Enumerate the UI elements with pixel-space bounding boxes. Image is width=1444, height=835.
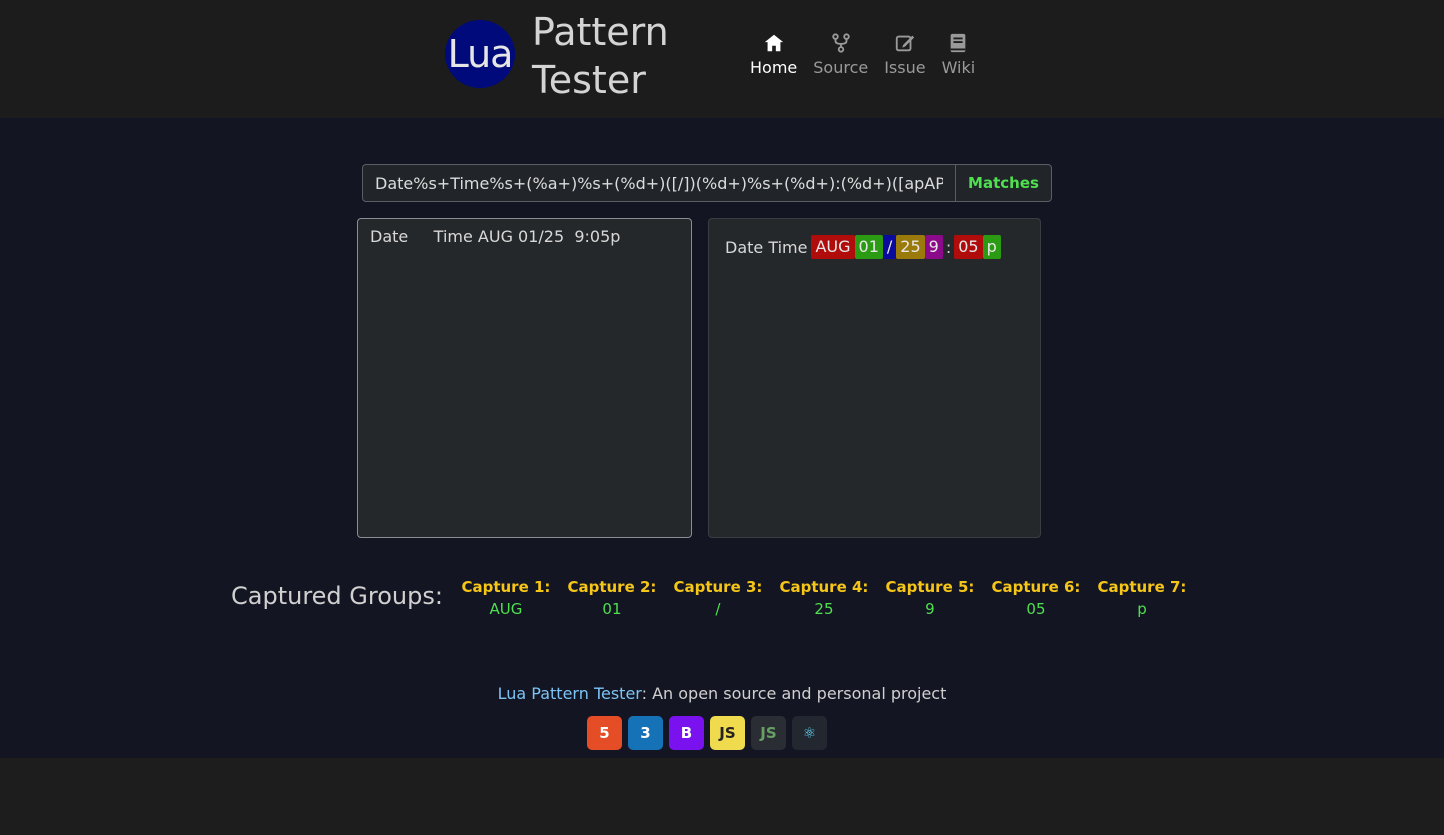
- capture-label: Capture 2:: [567, 578, 657, 596]
- capture-chip-4: 25: [896, 235, 925, 259]
- pattern-input-group: Matches: [362, 164, 1052, 202]
- capture-value: 05: [1026, 600, 1046, 618]
- capture-item: Capture 1: AUG: [453, 578, 559, 618]
- logo-text: Lua: [447, 32, 514, 76]
- app-header: Lua Pattern Tester Home Source Issue Wik…: [0, 0, 1444, 118]
- app-title: Pattern Tester: [532, 8, 669, 104]
- fork-icon: [832, 33, 850, 53]
- capture-value: /: [715, 600, 721, 618]
- capture-value: 9: [925, 600, 935, 618]
- nav-item-source[interactable]: Source: [813, 32, 868, 77]
- nav-item-label: Issue: [884, 58, 926, 77]
- nodejs-icon: JS: [751, 716, 786, 750]
- footer-project-link[interactable]: Lua Pattern Tester: [498, 684, 642, 703]
- capture-item: Capture 2: 01: [559, 578, 665, 618]
- edit-icon: [895, 35, 915, 52]
- capture-item: Capture 4: 25: [771, 578, 877, 618]
- javascript-icon: JS: [710, 716, 745, 750]
- bootstrap-icon: B: [669, 716, 704, 750]
- capture-value: p: [1137, 600, 1147, 618]
- app-title-line1: Pattern: [532, 10, 669, 54]
- page-bottom: [0, 758, 1444, 835]
- capture-chip-6: 05: [954, 235, 983, 259]
- subject-textarea[interactable]: Date Time AUG 01/25 9:05p: [357, 218, 692, 538]
- nav-item-label: Home: [750, 58, 798, 77]
- matches-label: Matches: [955, 165, 1051, 201]
- time-separator: :: [945, 237, 952, 257]
- nav-item-label: Wiki: [941, 58, 976, 77]
- subject-text: Date Time AUG 01/25 9:05p: [370, 227, 621, 246]
- capture-chip-2: 01: [854, 235, 883, 259]
- captured-groups-title: Captured Groups:: [231, 582, 443, 610]
- match-result-line: Date Time AUG 01 / 25 9 : 05 p: [725, 235, 1001, 259]
- app-title-line2: Tester: [532, 58, 646, 102]
- tech-stack-icons: 5 3 B JS JS ⚛: [587, 716, 827, 750]
- captured-groups: Captured Groups: Capture 1: AUG Capture …: [231, 578, 1195, 618]
- nav-item-label: Source: [813, 58, 869, 77]
- capture-chip-7: p: [982, 235, 1001, 259]
- capture-label: Capture 3:: [673, 578, 763, 596]
- capture-label: Capture 1:: [461, 578, 551, 596]
- home-icon: [764, 34, 783, 52]
- capture-value: AUG: [489, 600, 523, 618]
- capture-label: Capture 5:: [885, 578, 975, 596]
- footer-text: Lua Pattern Tester: An open source and p…: [0, 684, 1444, 703]
- main-content: Matches Date Time AUG 01/25 9:05p Date T…: [0, 118, 1444, 758]
- capture-item: Capture 7: p: [1089, 578, 1195, 618]
- footer-description: : An open source and personal project: [641, 684, 947, 703]
- nav-item-issue[interactable]: Issue: [884, 32, 926, 77]
- result-prefix: Date Time: [725, 237, 808, 257]
- capture-value: 01: [602, 600, 622, 618]
- capture-label: Capture 4:: [779, 578, 869, 596]
- react-icon: ⚛: [792, 716, 827, 750]
- capture-chip-1: AUG: [811, 235, 855, 259]
- capture-label: Capture 6:: [991, 578, 1081, 596]
- nav-item-wiki[interactable]: Wiki: [941, 32, 976, 77]
- html5-icon: 5: [587, 716, 622, 750]
- main-nav: Home Source Issue Wiki: [750, 32, 975, 77]
- book-icon: [951, 33, 966, 53]
- capture-chip-5: 9: [924, 235, 943, 259]
- nav-item-home[interactable]: Home: [750, 32, 797, 77]
- capture-label: Capture 7:: [1097, 578, 1187, 596]
- capture-item: Capture 3: /: [665, 578, 771, 618]
- capture-item: Capture 5: 9: [877, 578, 983, 618]
- match-result-panel: Date Time AUG 01 / 25 9 : 05 p: [708, 218, 1041, 538]
- pattern-input[interactable]: [363, 165, 955, 201]
- css3-icon: 3: [628, 716, 663, 750]
- capture-item: Capture 6: 05: [983, 578, 1089, 618]
- capture-value: 25: [814, 600, 834, 618]
- capture-chip-3: /: [882, 235, 897, 259]
- logo-badge[interactable]: Lua: [445, 20, 515, 88]
